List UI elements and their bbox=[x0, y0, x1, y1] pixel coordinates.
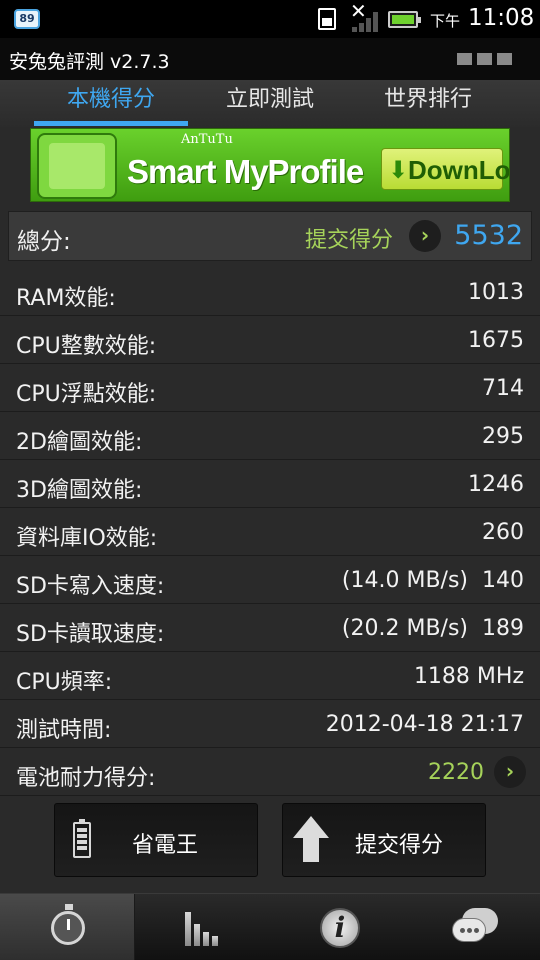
battery-score-value: 2220 bbox=[428, 760, 484, 785]
score-row-sd-write: SD卡寫入速度: (14.0 MB/s) 140 bbox=[0, 556, 540, 604]
bar-chart-icon bbox=[185, 910, 225, 946]
score-value: 1246 bbox=[468, 472, 524, 497]
battery-score-label: 電池耐力得分: bbox=[16, 766, 156, 791]
total-label: 總分: bbox=[17, 229, 71, 255]
score-label: SD卡寫入速度: bbox=[16, 574, 165, 599]
score-label: CPU整數效能: bbox=[16, 334, 157, 359]
sd-write-speed: (14.0 MB/s) bbox=[341, 568, 468, 593]
banner-download-label: DownLoad bbox=[408, 155, 510, 185]
signal-icon bbox=[352, 12, 380, 32]
banner-headline: Smart MyProfile bbox=[127, 153, 364, 190]
power-saver-button[interactable]: 省電王 bbox=[54, 803, 258, 877]
action-button-area: 省電王 提交得分 bbox=[0, 795, 540, 893]
score-row-battery[interactable]: 電池耐力得分: 2220 › bbox=[0, 748, 540, 796]
active-tab-indicator bbox=[34, 121, 188, 126]
nav-ranking[interactable] bbox=[135, 894, 270, 960]
score-value: 1675 bbox=[468, 328, 524, 353]
score-row-sd-read: SD卡讀取速度: (20.2 MB/s) 189 bbox=[0, 604, 540, 652]
score-value: 714 bbox=[482, 376, 524, 401]
score-label: RAM效能: bbox=[16, 286, 116, 311]
score-value: 295 bbox=[482, 424, 524, 449]
total-score-value: 5532 bbox=[454, 220, 523, 251]
stopwatch-icon bbox=[51, 904, 85, 945]
overflow-menu-icon[interactable] bbox=[457, 53, 512, 65]
status-ampm: 下午 bbox=[430, 12, 461, 30]
power-saver-label: 省電王 bbox=[132, 833, 199, 858]
battery-icon bbox=[388, 11, 421, 28]
status-bar: 89 ✕ 下午 11:08 bbox=[0, 0, 540, 38]
battery-icon bbox=[73, 819, 91, 858]
ad-banner[interactable]: AnTuTu Smart MyProfile ⬇ DownLoad bbox=[30, 128, 510, 202]
submit-score-button[interactable]: 提交得分 bbox=[282, 803, 486, 877]
nav-info[interactable]: i bbox=[270, 894, 405, 960]
sim-card-icon bbox=[318, 8, 336, 30]
nav-test-score[interactable] bbox=[0, 894, 135, 960]
submit-score-link[interactable]: 提交得分 bbox=[305, 222, 393, 254]
score-value: 2012-04-18 21:17 bbox=[325, 712, 524, 737]
sd-read-speed: (20.2 MB/s) bbox=[341, 616, 468, 641]
banner-brand: AnTuTu bbox=[181, 132, 233, 147]
upload-arrow-icon bbox=[293, 816, 329, 862]
status-time: 11:08 bbox=[468, 5, 535, 31]
score-value: 260 bbox=[482, 520, 524, 545]
app-title: 安兔兔評測 v2.7.3 bbox=[9, 51, 170, 73]
app-title-bar: 安兔兔評測 v2.7.3 bbox=[0, 38, 540, 80]
banner-download-button[interactable]: ⬇ DownLoad bbox=[381, 148, 509, 190]
score-value: 1188 MHz bbox=[413, 664, 524, 689]
total-score-row: 總分: 提交得分 › 5532 bbox=[8, 211, 532, 261]
score-row-database-io: 資料庫IO效能: 260 bbox=[0, 508, 540, 556]
download-arrow-icon: ⬇ bbox=[388, 156, 409, 184]
score-value: 140 bbox=[482, 568, 524, 593]
nav-feedback[interactable] bbox=[405, 894, 540, 960]
chevron-right-icon[interactable]: › bbox=[494, 756, 526, 788]
info-icon: i bbox=[320, 908, 360, 948]
tab-local-score[interactable]: 本機得分 bbox=[24, 80, 198, 127]
chat-icon bbox=[452, 908, 500, 948]
score-row-cpu-float: CPU浮點效能: 714 bbox=[0, 364, 540, 412]
score-value: 1013 bbox=[468, 280, 524, 305]
score-row-3d: 3D繪圖效能: 1246 bbox=[0, 460, 540, 508]
score-row-2d: 2D繪圖效能: 295 bbox=[0, 412, 540, 460]
score-label: SD卡讀取速度: bbox=[16, 622, 165, 647]
notification-badge-icon: 89 bbox=[14, 9, 40, 29]
score-row-test-time: 測試時間: 2012-04-18 21:17 bbox=[0, 700, 540, 748]
tab-run-test[interactable]: 立即測試 bbox=[183, 80, 357, 127]
score-row-cpu-frequency: CPU頻率: 1188 MHz bbox=[0, 652, 540, 700]
score-label: 3D繪圖效能: bbox=[16, 478, 143, 503]
tab-bar: 本機得分 立即測試 世界排行 bbox=[0, 80, 540, 127]
score-label: 2D繪圖效能: bbox=[16, 430, 143, 455]
score-row-ram: RAM效能: 1013 bbox=[0, 268, 540, 316]
bottom-navigation: i bbox=[0, 893, 540, 960]
score-label: 資料庫IO效能: bbox=[16, 526, 158, 551]
chevron-right-icon[interactable]: › bbox=[409, 220, 441, 252]
submit-score-label: 提交得分 bbox=[355, 833, 444, 858]
score-label: 測試時間: bbox=[16, 718, 112, 743]
score-value: 189 bbox=[482, 616, 524, 641]
score-label: CPU浮點效能: bbox=[16, 382, 157, 407]
phone-icon bbox=[37, 133, 117, 199]
score-label: CPU頻率: bbox=[16, 670, 113, 695]
score-row-cpu-integer: CPU整數效能: 1675 bbox=[0, 316, 540, 364]
tab-world-ranking[interactable]: 世界排行 bbox=[341, 80, 515, 127]
